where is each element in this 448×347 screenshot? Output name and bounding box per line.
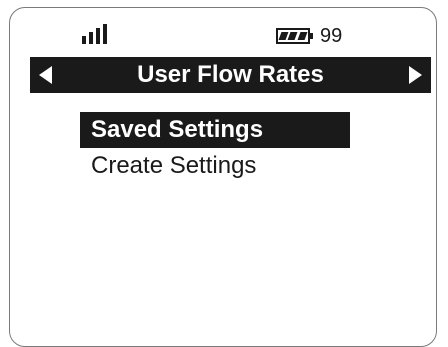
arrow-right-icon[interactable] bbox=[409, 66, 422, 84]
battery-status: 99 bbox=[276, 24, 342, 48]
menu-item-saved-settings[interactable]: Saved Settings bbox=[80, 112, 350, 148]
battery-icon bbox=[276, 28, 313, 44]
signal-bars-icon bbox=[82, 24, 112, 44]
device-screen: 99 User Flow Rates Saved Settings Create… bbox=[9, 7, 437, 347]
menu-item-create-settings[interactable]: Create Settings bbox=[80, 148, 350, 184]
settings-menu: Saved Settings Create Settings bbox=[80, 112, 350, 184]
battery-level: 99 bbox=[320, 25, 343, 47]
title-bar: User Flow Rates bbox=[30, 57, 431, 93]
page-title: User Flow Rates bbox=[137, 61, 324, 88]
